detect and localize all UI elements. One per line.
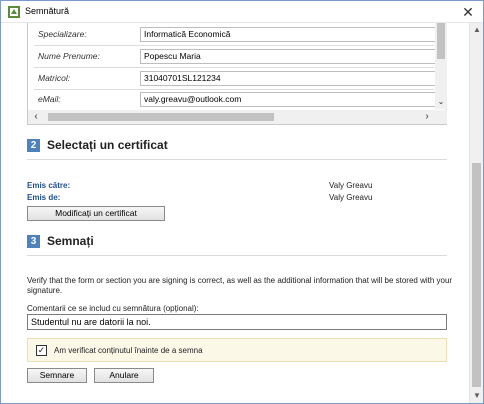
verified-checkbox-label[interactable]: Am verificat conținutul înainte de a sem… bbox=[54, 346, 203, 355]
chevron-down-icon[interactable]: ⌄ bbox=[435, 97, 447, 109]
chevron-left-icon[interactable]: ‹ bbox=[30, 110, 42, 124]
verify-check-panel: ✓ Am verificat conținutul înainte de a s… bbox=[27, 338, 447, 362]
app-icon bbox=[7, 5, 21, 19]
main-vscroll-thumb[interactable] bbox=[472, 163, 481, 387]
email-field[interactable]: valy.greavu@outlook.com bbox=[140, 92, 436, 107]
issued-by-label: Emis de: bbox=[27, 193, 61, 202]
issued-by-value: Valy Greavu bbox=[329, 193, 373, 202]
inner-vertical-scrollbar[interactable]: ⌄ bbox=[435, 23, 447, 109]
row-divider bbox=[34, 67, 434, 68]
matricol-label: Matricol: bbox=[38, 73, 71, 83]
row-divider bbox=[34, 45, 434, 46]
window-title: Semnătură bbox=[25, 6, 70, 16]
comment-input[interactable]: Studentul nu are datorii la noi. bbox=[27, 314, 447, 330]
inner-horizontal-scrollbar[interactable]: ‹ › bbox=[28, 110, 447, 124]
chevron-up-icon[interactable]: ▲ bbox=[470, 23, 484, 37]
verified-checkbox[interactable]: ✓ bbox=[36, 345, 47, 356]
nume-prenume-label: Nume Prenume: bbox=[38, 51, 100, 61]
inner-vscroll-thumb[interactable] bbox=[437, 23, 445, 59]
title-bar: Semnătură ✕ bbox=[1, 1, 483, 23]
main-vertical-scrollbar[interactable]: ▲ ▼ bbox=[469, 23, 483, 403]
section-divider bbox=[27, 255, 447, 256]
section-3-number: 3 bbox=[27, 235, 40, 248]
signature-data-panel: Specializare: Informatică Economică Nume… bbox=[27, 23, 447, 125]
issued-to-value: Valy Greavu bbox=[329, 181, 373, 190]
section-2-title: Selectați un certificat bbox=[47, 138, 168, 152]
sign-button[interactable]: Semnare bbox=[27, 368, 87, 383]
section-3-title: Semnați bbox=[47, 234, 94, 248]
chevron-right-icon[interactable]: › bbox=[421, 110, 433, 124]
nume-prenume-field[interactable]: Popescu Maria bbox=[140, 49, 436, 64]
signature-dialog: Semnătură ✕ Specializare: Informatică Ec… bbox=[0, 0, 484, 404]
change-certificate-button[interactable]: Modificați un certificat bbox=[27, 206, 165, 221]
specializare-field[interactable]: Informatică Economică bbox=[140, 27, 436, 42]
cancel-button[interactable]: Anulare bbox=[94, 368, 154, 383]
verify-instructions: Verify that the form or section you are … bbox=[27, 276, 453, 295]
matricol-field[interactable]: 31040701SL121234 bbox=[140, 71, 436, 86]
close-icon[interactable]: ✕ bbox=[453, 1, 483, 23]
email-label: eMail: bbox=[38, 94, 61, 104]
row-divider bbox=[34, 89, 434, 90]
inner-hscroll-thumb[interactable] bbox=[48, 113, 274, 121]
specializare-label: Specializare: bbox=[38, 29, 87, 39]
section-divider bbox=[27, 159, 447, 160]
issued-to-label: Emis către: bbox=[27, 181, 71, 190]
section-2-number: 2 bbox=[27, 139, 40, 152]
chevron-down-icon[interactable]: ▼ bbox=[470, 389, 484, 403]
comment-label: Comentarii ce se includ cu semnătura (op… bbox=[27, 304, 199, 313]
